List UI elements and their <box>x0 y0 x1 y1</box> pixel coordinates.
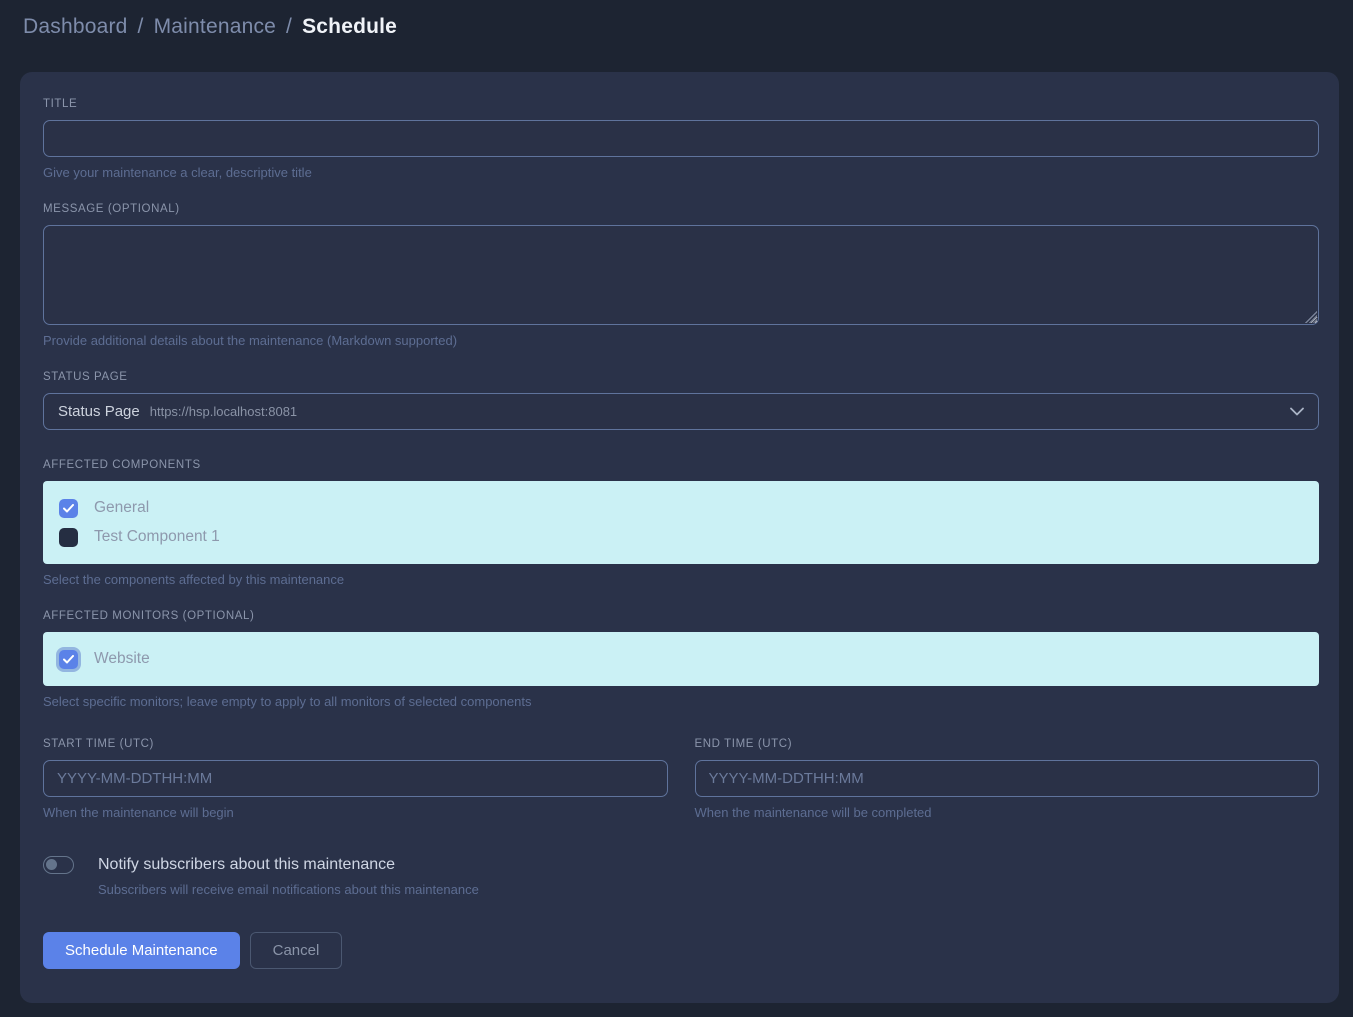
schedule-maintenance-form-card: TITLE Give your maintenance a clear, des… <box>20 72 1339 1003</box>
end-time-help-text: When the maintenance will be completed <box>695 805 1320 820</box>
affected-components-field-group: AFFECTED COMPONENTS General Test Compone… <box>43 459 1319 587</box>
checkbox-website[interactable] <box>59 650 78 669</box>
breadcrumb-current-schedule: Schedule <box>302 15 397 39</box>
breadcrumb-dashboard[interactable]: Dashboard <box>23 15 128 39</box>
status-page-selected-name: Status Page <box>58 403 140 420</box>
checkbox-test-component-1-label: Test Component 1 <box>94 528 220 546</box>
time-fields-row: START TIME (UTC) When the maintenance wi… <box>43 738 1319 820</box>
title-label: TITLE <box>43 98 1319 110</box>
title-input[interactable] <box>43 120 1319 157</box>
cancel-button[interactable]: Cancel <box>250 932 343 969</box>
title-help-text: Give your maintenance a clear, descripti… <box>43 165 1319 180</box>
checkbox-test-component-1[interactable] <box>59 528 78 547</box>
form-actions: Schedule Maintenance Cancel <box>43 932 1319 969</box>
schedule-maintenance-button[interactable]: Schedule Maintenance <box>43 932 240 969</box>
end-time-input[interactable] <box>695 760 1320 797</box>
start-time-field-group: START TIME (UTC) When the maintenance wi… <box>43 738 668 820</box>
component-option-general[interactable]: General <box>59 496 1303 520</box>
end-time-label: END TIME (UTC) <box>695 738 1320 750</box>
affected-components-panel: General Test Component 1 <box>43 481 1319 564</box>
affected-monitors-label: AFFECTED MONITORS (OPTIONAL) <box>43 610 1319 622</box>
end-time-field-group: END TIME (UTC) When the maintenance will… <box>695 738 1320 820</box>
start-time-label: START TIME (UTC) <box>43 738 668 750</box>
affected-monitors-panel: Website <box>43 632 1319 686</box>
notify-toggle[interactable] <box>43 856 74 874</box>
checkbox-website-label: Website <box>94 650 150 668</box>
checkbox-general[interactable] <box>59 499 78 518</box>
title-field-group: TITLE Give your maintenance a clear, des… <box>43 98 1319 180</box>
affected-monitors-help-text: Select specific monitors; leave empty to… <box>43 694 1319 709</box>
breadcrumb-separator: / <box>138 15 144 39</box>
message-label: MESSAGE (OPTIONAL) <box>43 203 1319 215</box>
top-bar: Dashboard / Maintenance / Schedule <box>0 0 1353 52</box>
status-page-selected-url: https://hsp.localhost:8081 <box>150 404 297 419</box>
start-time-input[interactable] <box>43 760 668 797</box>
monitor-option-website[interactable]: Website <box>59 647 1303 671</box>
notify-section: Notify subscribers about this maintenanc… <box>43 856 1319 897</box>
message-textarea[interactable] <box>43 225 1319 325</box>
message-field-group: MESSAGE (OPTIONAL) Provide additional de… <box>43 203 1319 348</box>
breadcrumb: Dashboard / Maintenance / Schedule <box>23 15 397 39</box>
checkbox-general-label: General <box>94 499 149 517</box>
status-page-select[interactable]: Status Page https://hsp.localhost:8081 <box>43 393 1319 430</box>
status-page-field-group: STATUS PAGE Status Page https://hsp.loca… <box>43 371 1319 430</box>
affected-monitors-field-group: AFFECTED MONITORS (OPTIONAL) Website Sel… <box>43 610 1319 709</box>
breadcrumb-maintenance[interactable]: Maintenance <box>154 15 276 39</box>
component-option-test-component-1[interactable]: Test Component 1 <box>59 525 1303 549</box>
toggle-knob <box>46 859 57 870</box>
notify-toggle-row[interactable]: Notify subscribers about this maintenanc… <box>43 856 1319 874</box>
message-help-text: Provide additional details about the mai… <box>43 333 1319 348</box>
chevron-down-icon <box>1290 407 1304 416</box>
status-page-label: STATUS PAGE <box>43 371 1319 383</box>
notify-toggle-label: Notify subscribers about this maintenanc… <box>98 856 395 874</box>
notify-help-text: Subscribers will receive email notificat… <box>98 882 1319 897</box>
affected-components-help-text: Select the components affected by this m… <box>43 572 1319 587</box>
breadcrumb-separator: / <box>286 15 292 39</box>
start-time-help-text: When the maintenance will begin <box>43 805 668 820</box>
affected-components-label: AFFECTED COMPONENTS <box>43 459 1319 471</box>
